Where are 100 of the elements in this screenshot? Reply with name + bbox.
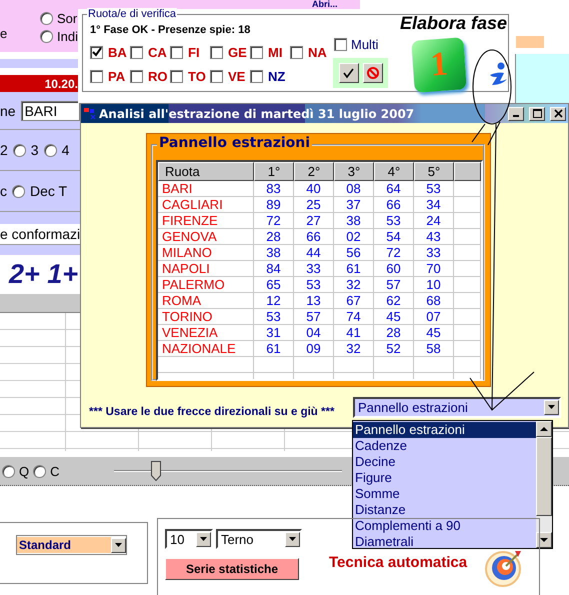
confirm-button[interactable]	[338, 63, 358, 83]
table-cell: 54	[374, 229, 414, 244]
table-cell: 13	[294, 293, 334, 308]
checkbox[interactable]	[130, 46, 143, 58]
table-cell: NAPOLI	[158, 261, 254, 276]
checkbox[interactable]	[250, 70, 263, 82]
radio-button[interactable]	[2, 464, 15, 478]
table-cell: 09	[294, 341, 334, 356]
radio-button[interactable]	[40, 12, 53, 25]
list-option[interactable]: Figure	[353, 470, 536, 486]
table-cell: 84	[254, 261, 294, 276]
table-cell: 53	[294, 277, 334, 292]
checkbox[interactable]	[210, 46, 223, 58]
checkbox[interactable]	[210, 70, 223, 82]
wheel-label: CA	[148, 44, 167, 60]
checkbox[interactable]	[170, 46, 183, 58]
table-cell: 27	[294, 213, 334, 228]
radio-label: Q	[19, 464, 30, 478]
table-cell: 68	[414, 293, 454, 308]
maximize-button[interactable]	[529, 106, 545, 120]
radio-button[interactable]	[12, 144, 26, 156]
list-option[interactable]: Diametrali	[353, 534, 536, 550]
column-header[interactable]: 2°	[294, 162, 334, 181]
dropdown-arrow-icon[interactable]	[199, 536, 208, 542]
dropdown-arrow-icon[interactable]	[547, 404, 556, 410]
table-cell: 38	[334, 213, 374, 228]
scrollbar[interactable]	[536, 421, 552, 548]
wheel-input-field[interactable]: BARI	[20, 100, 80, 120]
close-icon	[554, 109, 562, 118]
table-cell: 58	[414, 341, 454, 356]
radio-button[interactable]	[40, 30, 53, 43]
technique-label: Tecnica automatica	[329, 554, 468, 571]
column-header[interactable]: 5°	[414, 162, 454, 181]
dropdown-arrow-icon[interactable]	[288, 536, 297, 542]
table-cell: 37	[334, 197, 374, 212]
view-dropdown[interactable]: Pannello estrazioni	[353, 396, 561, 418]
table-cell: 74	[334, 309, 374, 324]
cancel-button[interactable]	[362, 63, 382, 83]
table-cell: 53	[414, 181, 454, 196]
type-dropdown[interactable]: Terno	[216, 529, 302, 549]
table-cell: 53	[374, 213, 414, 228]
checkbox[interactable]	[90, 70, 103, 82]
radio-label: Dec T	[30, 183, 68, 199]
radio-label: 3	[30, 142, 39, 158]
table-cell: 89	[254, 197, 294, 212]
count-dropdown[interactable]: 10	[165, 529, 213, 549]
table-cell: 61	[334, 261, 374, 276]
wheel-label: VE	[228, 68, 246, 84]
table-cell: 70	[414, 261, 454, 276]
table-cell: 66	[294, 229, 334, 244]
minimize-icon	[513, 114, 519, 116]
checkbox[interactable]	[334, 38, 347, 51]
minimize-button[interactable]	[508, 106, 524, 120]
checkbox[interactable]	[130, 70, 143, 82]
statistics-button[interactable]: Serie statistiche	[165, 558, 299, 580]
list-option[interactable]: Complementi a 90	[353, 518, 536, 534]
list-option[interactable]: Pannello estrazioni	[353, 422, 536, 438]
table-cell: PALERMO	[158, 277, 254, 292]
column-header[interactable]: 4°	[374, 162, 414, 181]
table-cell: 10	[414, 277, 454, 292]
table-cell: 66	[374, 197, 414, 212]
wheel-label: PA	[108, 68, 126, 84]
dropdown-arrow-icon[interactable]	[114, 542, 123, 548]
checkbox[interactable]	[170, 70, 183, 82]
list-option[interactable]: Somme	[353, 486, 536, 502]
slider-thumb[interactable]	[150, 461, 161, 481]
table-cell: GENOVA	[158, 229, 254, 244]
mode-dropdown[interactable]: Standard	[16, 535, 127, 555]
close-button[interactable]	[550, 106, 566, 120]
column-header[interactable]: 1°	[254, 162, 294, 181]
down-arrow-icon[interactable]	[540, 537, 548, 543]
text-field[interactable]: e conformazi	[0, 224, 80, 245]
link[interactable]: Abri...	[312, 0, 338, 9]
radio-button[interactable]	[33, 464, 46, 478]
app-icon	[83, 107, 96, 120]
column-header[interactable]: 3°	[334, 162, 374, 181]
table-cell: 25	[294, 197, 334, 212]
checkbox[interactable]	[250, 46, 263, 58]
table-cell: 62	[374, 293, 414, 308]
checkbox[interactable]	[90, 46, 103, 58]
checkbox[interactable]	[290, 46, 303, 58]
table-cell: 24	[414, 213, 454, 228]
maximize-icon	[532, 109, 542, 118]
list-option[interactable]: Distanze	[353, 502, 536, 518]
up-arrow-icon[interactable]	[540, 426, 548, 432]
table-cell: 44	[294, 245, 334, 260]
table-cell: NAZIONALE	[158, 341, 254, 356]
table-cell: VENEZIA	[158, 325, 254, 340]
radio-label: Indi	[57, 29, 78, 44]
list-option[interactable]: Cadenze	[353, 438, 536, 454]
table-cell: 72	[374, 245, 414, 260]
column-header[interactable]: Ruota	[158, 162, 254, 181]
radio-label: 2	[0, 142, 8, 158]
list-option[interactable]: Decine	[353, 454, 536, 470]
table-cell: 56	[334, 245, 374, 260]
radio-button[interactable]	[44, 144, 57, 156]
slider[interactable]	[114, 461, 342, 481]
table-cell: TORINO	[158, 309, 254, 324]
radio-button[interactable]	[12, 184, 25, 198]
leader-line	[488, 122, 500, 146]
